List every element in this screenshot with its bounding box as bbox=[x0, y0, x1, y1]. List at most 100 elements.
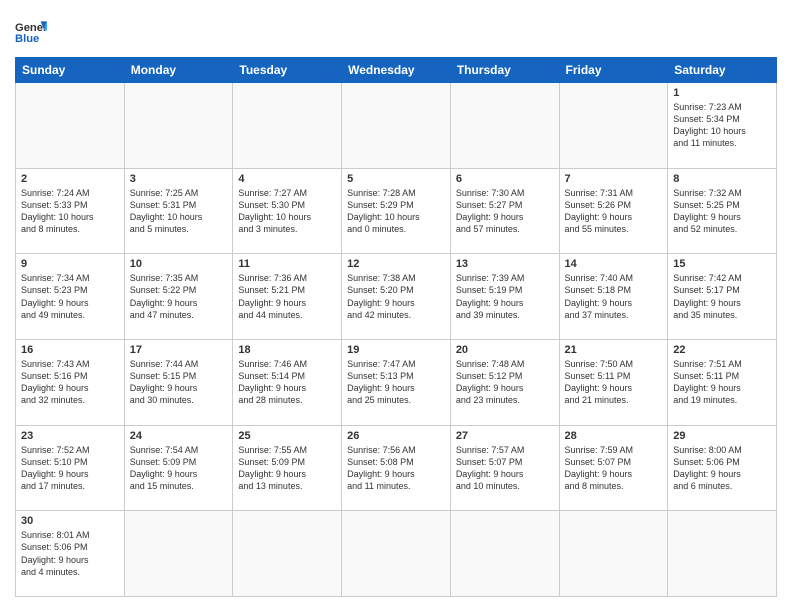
calendar-cell: 7 Sunrise: 7:31 AM Sunset: 5:26 PM Daylig… bbox=[559, 168, 668, 254]
day-info: Sunrise: 7:31 AM Sunset: 5:26 PM Dayligh… bbox=[565, 187, 663, 236]
day-number: 29 bbox=[673, 430, 771, 442]
calendar-cell: 12Sunrise: 7:38 AM Sunset: 5:20 PM Dayli… bbox=[342, 254, 451, 340]
day-info: Sunrise: 7:54 AM Sunset: 5:09 PM Dayligh… bbox=[130, 444, 228, 493]
day-number: 15 bbox=[673, 258, 771, 270]
weekday-header: Monday bbox=[124, 58, 233, 83]
day-number: 8 bbox=[673, 173, 771, 185]
day-info: Sunrise: 7:52 AM Sunset: 5:10 PM Dayligh… bbox=[21, 444, 119, 493]
calendar-cell: 17Sunrise: 7:44 AM Sunset: 5:15 PM Dayli… bbox=[124, 339, 233, 425]
calendar-cell: 9 Sunrise: 7:34 AM Sunset: 5:23 PM Daylig… bbox=[16, 254, 125, 340]
logo-icon: General Blue bbox=[15, 15, 47, 47]
day-info: Sunrise: 7:23 AM Sunset: 5:34 PM Dayligh… bbox=[673, 101, 771, 150]
day-number: 7 bbox=[565, 173, 663, 185]
calendar-cell: 15 Sunrise: 7:42 AM Sunset: 5:17 PM Dayli… bbox=[668, 254, 777, 340]
day-info: Sunrise: 7:39 AM Sunset: 5:19 PM Dayligh… bbox=[456, 272, 554, 321]
day-info: Sunrise: 7:50 AM Sunset: 5:11 PM Dayligh… bbox=[565, 358, 663, 407]
day-number: 14 bbox=[565, 258, 663, 270]
calendar-cell: 16Sunrise: 7:43 AM Sunset: 5:16 PM Dayli… bbox=[16, 339, 125, 425]
day-info: Sunrise: 7:46 AM Sunset: 5:14 PM Dayligh… bbox=[238, 358, 336, 407]
day-info: Sunrise: 7:34 AM Sunset: 5:23 PM Dayligh… bbox=[21, 272, 119, 321]
calendar-cell bbox=[668, 511, 777, 597]
day-number: 13 bbox=[456, 258, 554, 270]
day-info: Sunrise: 7:47 AM Sunset: 5:13 PM Dayligh… bbox=[347, 358, 445, 407]
calendar-cell: 4Sunrise: 7:27 AM Sunset: 5:30 PM Daylig… bbox=[233, 168, 342, 254]
calendar-table: SundayMondayTuesdayWednesdayThursdayFrid… bbox=[15, 57, 777, 597]
calendar-cell bbox=[233, 511, 342, 597]
day-info: Sunrise: 7:42 AM Sunset: 5:17 PM Dayligh… bbox=[673, 272, 771, 321]
calendar-cell bbox=[559, 83, 668, 169]
day-number: 10 bbox=[130, 258, 228, 270]
day-info: Sunrise: 7:57 AM Sunset: 5:07 PM Dayligh… bbox=[456, 444, 554, 493]
day-number: 24 bbox=[130, 430, 228, 442]
calendar-cell bbox=[16, 83, 125, 169]
day-number: 11 bbox=[238, 258, 336, 270]
day-number: 20 bbox=[456, 344, 554, 356]
day-number: 27 bbox=[456, 430, 554, 442]
day-info: Sunrise: 8:01 AM Sunset: 5:06 PM Dayligh… bbox=[21, 529, 119, 578]
calendar-cell: 13 Sunrise: 7:39 AM Sunset: 5:19 PM Dayli… bbox=[450, 254, 559, 340]
day-number: 21 bbox=[565, 344, 663, 356]
day-info: Sunrise: 7:55 AM Sunset: 5:09 PM Dayligh… bbox=[238, 444, 336, 493]
calendar-cell: 3Sunrise: 7:25 AM Sunset: 5:31 PM Daylig… bbox=[124, 168, 233, 254]
day-info: Sunrise: 7:30 AM Sunset: 5:27 PM Dayligh… bbox=[456, 187, 554, 236]
calendar-cell: 10 Sunrise: 7:35 AM Sunset: 5:22 PM Dayli… bbox=[124, 254, 233, 340]
calendar-cell: 23 Sunrise: 7:52 AM Sunset: 5:10 PM Dayli… bbox=[16, 425, 125, 511]
day-number: 18 bbox=[238, 344, 336, 356]
day-number: 28 bbox=[565, 430, 663, 442]
calendar-cell: 1 Sunrise: 7:23 AM Sunset: 5:34 PM Daylig… bbox=[668, 83, 777, 169]
weekday-header: Wednesday bbox=[342, 58, 451, 83]
day-info: Sunrise: 7:35 AM Sunset: 5:22 PM Dayligh… bbox=[130, 272, 228, 321]
day-number: 26 bbox=[347, 430, 445, 442]
calendar-cell: 5 Sunrise: 7:28 AM Sunset: 5:29 PM Daylig… bbox=[342, 168, 451, 254]
calendar-cell bbox=[450, 83, 559, 169]
calendar-cell: 28Sunrise: 7:59 AM Sunset: 5:07 PM Dayli… bbox=[559, 425, 668, 511]
day-number: 30 bbox=[21, 515, 119, 527]
calendar-cell bbox=[124, 511, 233, 597]
day-number: 6 bbox=[456, 173, 554, 185]
day-info: Sunrise: 7:38 AM Sunset: 5:20 PM Dayligh… bbox=[347, 272, 445, 321]
page: General Blue SundayMondayTuesdayWednesda… bbox=[0, 0, 792, 612]
calendar-cell: 18 Sunrise: 7:46 AM Sunset: 5:14 PM Dayli… bbox=[233, 339, 342, 425]
day-info: Sunrise: 7:36 AM Sunset: 5:21 PM Dayligh… bbox=[238, 272, 336, 321]
calendar-cell: 30 Sunrise: 8:01 AM Sunset: 5:06 PM Dayli… bbox=[16, 511, 125, 597]
calendar-cell bbox=[342, 83, 451, 169]
calendar-cell: 14 Sunrise: 7:40 AM Sunset: 5:18 PM Dayli… bbox=[559, 254, 668, 340]
calendar-cell: 19Sunrise: 7:47 AM Sunset: 5:13 PM Dayli… bbox=[342, 339, 451, 425]
calendar-cell: 22 Sunrise: 7:51 AM Sunset: 5:11 PM Dayli… bbox=[668, 339, 777, 425]
day-number: 9 bbox=[21, 258, 119, 270]
weekday-header: Sunday bbox=[16, 58, 125, 83]
calendar-cell: 8Sunrise: 7:32 AM Sunset: 5:25 PM Daylig… bbox=[668, 168, 777, 254]
day-number: 23 bbox=[21, 430, 119, 442]
calendar-cell: 20 Sunrise: 7:48 AM Sunset: 5:12 PM Dayli… bbox=[450, 339, 559, 425]
weekday-header: Friday bbox=[559, 58, 668, 83]
weekday-header: Tuesday bbox=[233, 58, 342, 83]
day-number: 1 bbox=[673, 87, 771, 99]
header: General Blue bbox=[15, 15, 777, 47]
calendar-cell: 25Sunrise: 7:55 AM Sunset: 5:09 PM Dayli… bbox=[233, 425, 342, 511]
weekday-header: Saturday bbox=[668, 58, 777, 83]
calendar-cell: 11 Sunrise: 7:36 AM Sunset: 5:21 PM Dayli… bbox=[233, 254, 342, 340]
weekday-header: Thursday bbox=[450, 58, 559, 83]
day-info: Sunrise: 7:24 AM Sunset: 5:33 PM Dayligh… bbox=[21, 187, 119, 236]
calendar-cell: 29 Sunrise: 8:00 AM Sunset: 5:06 PM Dayli… bbox=[668, 425, 777, 511]
day-number: 5 bbox=[347, 173, 445, 185]
day-info: Sunrise: 8:00 AM Sunset: 5:06 PM Dayligh… bbox=[673, 444, 771, 493]
calendar-cell: 27 Sunrise: 7:57 AM Sunset: 5:07 PM Dayli… bbox=[450, 425, 559, 511]
calendar-cell: 26Sunrise: 7:56 AM Sunset: 5:08 PM Dayli… bbox=[342, 425, 451, 511]
calendar-cell bbox=[450, 511, 559, 597]
calendar-cell: 2 Sunrise: 7:24 AM Sunset: 5:33 PM Daylig… bbox=[16, 168, 125, 254]
day-number: 4 bbox=[238, 173, 336, 185]
calendar-cell: 6 Sunrise: 7:30 AM Sunset: 5:27 PM Daylig… bbox=[450, 168, 559, 254]
day-info: Sunrise: 7:40 AM Sunset: 5:18 PM Dayligh… bbox=[565, 272, 663, 321]
calendar-cell bbox=[233, 83, 342, 169]
day-info: Sunrise: 7:28 AM Sunset: 5:29 PM Dayligh… bbox=[347, 187, 445, 236]
svg-text:Blue: Blue bbox=[15, 33, 39, 45]
day-number: 2 bbox=[21, 173, 119, 185]
day-info: Sunrise: 7:44 AM Sunset: 5:15 PM Dayligh… bbox=[130, 358, 228, 407]
calendar-cell bbox=[559, 511, 668, 597]
day-info: Sunrise: 7:51 AM Sunset: 5:11 PM Dayligh… bbox=[673, 358, 771, 407]
day-info: Sunrise: 7:48 AM Sunset: 5:12 PM Dayligh… bbox=[456, 358, 554, 407]
day-number: 22 bbox=[673, 344, 771, 356]
day-info: Sunrise: 7:43 AM Sunset: 5:16 PM Dayligh… bbox=[21, 358, 119, 407]
day-number: 3 bbox=[130, 173, 228, 185]
